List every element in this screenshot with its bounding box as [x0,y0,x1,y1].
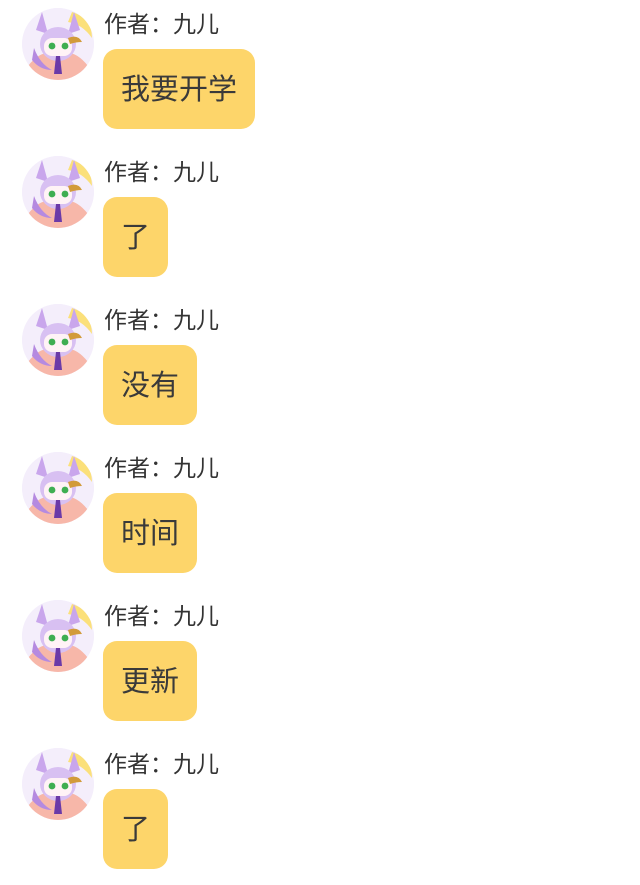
chat-message: 作者：九儿 了 [0,740,640,880]
author-name: 作者：九儿 [104,752,219,778]
avatar-icon [22,748,94,820]
avatar-icon [22,304,94,376]
author-name: 作者：九儿 [104,160,219,186]
author-avatar[interactable] [22,748,94,820]
chat-message: 作者：九儿 更新 [0,592,640,732]
avatar-icon [22,8,94,80]
chat-message: 作者：九儿 时间 [0,444,640,584]
chat-message: 作者：九儿 我要开学 [0,0,640,140]
avatar-icon [22,452,94,524]
author-avatar[interactable] [22,600,94,672]
message-bubble[interactable]: 更新 [103,641,198,721]
author-avatar[interactable] [22,304,94,376]
message-bubble[interactable]: 了 [103,197,169,277]
message-bubble[interactable]: 了 [103,789,169,869]
author-name: 作者：九儿 [104,604,219,630]
avatar-icon [22,600,94,672]
message-bubble[interactable]: 时间 [103,493,198,573]
author-name: 作者：九儿 [104,12,219,38]
chat-message: 作者：九儿 没有 [0,296,640,436]
avatar-icon [22,156,94,228]
author-name: 作者：九儿 [104,456,219,482]
chat-message-list: 作者：九儿 我要开学 作者：九儿 了 作者：九儿 没有 作者：九儿 时间 作者：… [0,0,640,885]
author-avatar[interactable] [22,156,94,228]
chat-message: 作者：九儿 了 [0,148,640,288]
message-bubble[interactable]: 没有 [103,345,198,425]
author-name: 作者：九儿 [104,308,219,334]
author-avatar[interactable] [22,8,94,80]
author-avatar[interactable] [22,452,94,524]
message-bubble[interactable]: 我要开学 [103,49,256,129]
